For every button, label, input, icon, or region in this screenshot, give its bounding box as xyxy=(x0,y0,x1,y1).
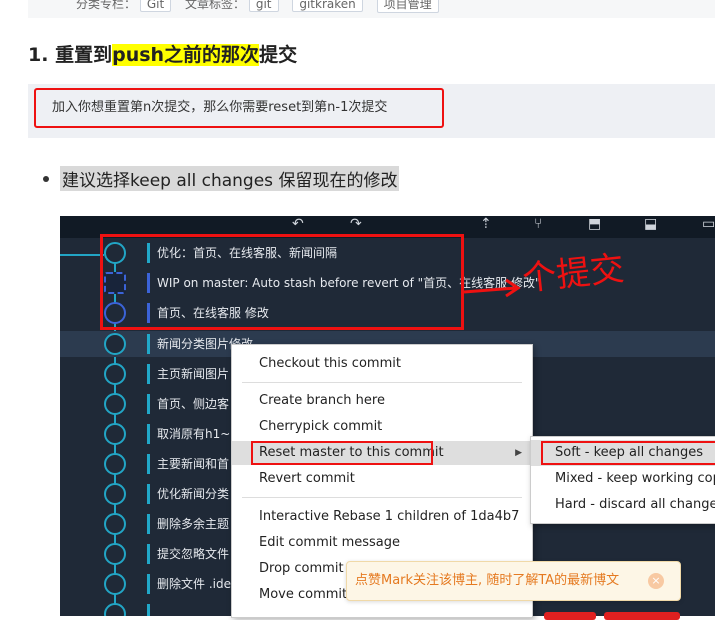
push-icon[interactable]: ⇡ xyxy=(480,216,492,232)
tag-chip[interactable]: git xyxy=(248,0,279,12)
heading-pre: 重置到 xyxy=(55,44,113,66)
heading-number: 1. xyxy=(28,44,49,66)
commit-message: 优化新闻分类 xyxy=(157,487,230,501)
commit-message: 删除文件 .ide xyxy=(157,577,231,591)
commit-bar xyxy=(147,394,150,414)
heading-post: 提交 xyxy=(259,44,298,66)
reset-submenu: Soft - keep all changes Mixed - keep wor… xyxy=(530,436,715,524)
commit-node-icon xyxy=(104,513,126,535)
menu-item-rebase[interactable]: Interactive Rebase 1 children of 1da4b7 xyxy=(232,505,532,529)
submenu-item-hard[interactable]: Hard - discard all changes xyxy=(531,492,715,518)
category-tags-strip: 分类专栏： Git 文章标签： git gitkraken 项目管理 xyxy=(28,0,715,18)
commit-node-icon xyxy=(104,333,126,355)
submenu-arrow-icon: ▶ xyxy=(515,448,522,458)
commit-bar xyxy=(147,604,150,616)
menu-item-reset[interactable]: Reset master to this commit ▶ xyxy=(232,441,532,465)
undo-icon[interactable]: ↶ xyxy=(292,216,304,232)
commit-message: 主页新闻图片 xyxy=(157,367,230,381)
menu-item-create-branch[interactable]: Create branch here xyxy=(232,389,532,413)
commit-bar xyxy=(147,574,150,594)
section-heading: 1. 重置到push之前的那次提交 xyxy=(28,40,297,67)
toast-text: 点赞Mark关注该博主, 随时了解TA的最新博文 xyxy=(355,573,620,588)
commit-node-icon xyxy=(104,603,126,616)
action-button[interactable] xyxy=(604,612,680,620)
heading-highlight: push之前的那次 xyxy=(112,44,260,66)
commit-node-icon xyxy=(104,363,126,385)
pop-icon[interactable]: ⬓ xyxy=(644,216,657,232)
menu-item-cherrypick[interactable]: Cherrypick commit xyxy=(232,415,532,439)
commit-bar xyxy=(147,484,150,504)
tag-list: 分类专栏： Git 文章标签： git gitkraken 项目管理 xyxy=(76,0,449,13)
bullet-dot-icon xyxy=(43,176,49,182)
action-button[interactable] xyxy=(544,612,596,620)
tag-chip[interactable]: gitkraken xyxy=(292,0,363,12)
menu-item-checkout[interactable]: Checkout this commit xyxy=(232,352,532,376)
commit-bar xyxy=(147,514,150,534)
menu-item-edit-message[interactable]: Edit commit message xyxy=(232,531,532,555)
commit-bar xyxy=(147,364,150,384)
follow-toast: 点赞Mark关注该博主, 随时了解TA的最新博文 × xyxy=(346,561,681,601)
close-icon[interactable]: × xyxy=(648,573,664,589)
commit-message: 取消原有h1~ xyxy=(157,427,231,441)
commit-message: 首页、侧边客 xyxy=(157,397,230,411)
blockquote-text: 加入你想重置第n次提交，那么你需要reset到第n-1次提交 xyxy=(34,88,444,128)
article-tags-label: 文章标签： xyxy=(185,0,246,11)
commit-node-icon xyxy=(104,393,126,415)
commit-bar xyxy=(147,544,150,564)
menu-divider xyxy=(242,382,522,383)
commit-node-icon xyxy=(104,453,126,475)
annotation-box xyxy=(100,234,464,330)
menu-item-revert[interactable]: Revert commit xyxy=(232,467,532,491)
submenu-item-mixed[interactable]: Mixed - keep working copy xyxy=(531,466,715,492)
annotation-box xyxy=(541,441,715,465)
branch-icon[interactable]: ⑂ xyxy=(534,216,542,232)
menu-divider xyxy=(242,497,522,498)
tag-chip[interactable]: 项目管理 xyxy=(376,0,439,13)
annotation-box xyxy=(251,441,433,465)
commit-message: 删除多余主题 xyxy=(157,517,230,531)
commit-node-icon xyxy=(104,573,126,595)
commit-node-icon xyxy=(104,483,126,505)
category-label: 分类专栏： xyxy=(76,0,137,11)
commit-message: 提交忽略文件 xyxy=(157,547,230,561)
commit-bar xyxy=(147,424,150,444)
commit-node-icon xyxy=(104,543,126,565)
commit-message: 主要新闻和首 xyxy=(157,457,230,471)
commit-bar xyxy=(147,454,150,474)
tag-chip[interactable]: Git xyxy=(139,0,172,12)
redo-icon[interactable]: ↷ xyxy=(350,216,362,232)
terminal-icon[interactable]: ▭ xyxy=(702,216,715,232)
commit-node-icon xyxy=(104,423,126,445)
stash-icon[interactable]: ⬒ xyxy=(588,216,601,232)
commit-bar xyxy=(147,334,150,354)
bullet-text: 建议选择keep all changes 保留现在的修改 xyxy=(60,166,400,191)
